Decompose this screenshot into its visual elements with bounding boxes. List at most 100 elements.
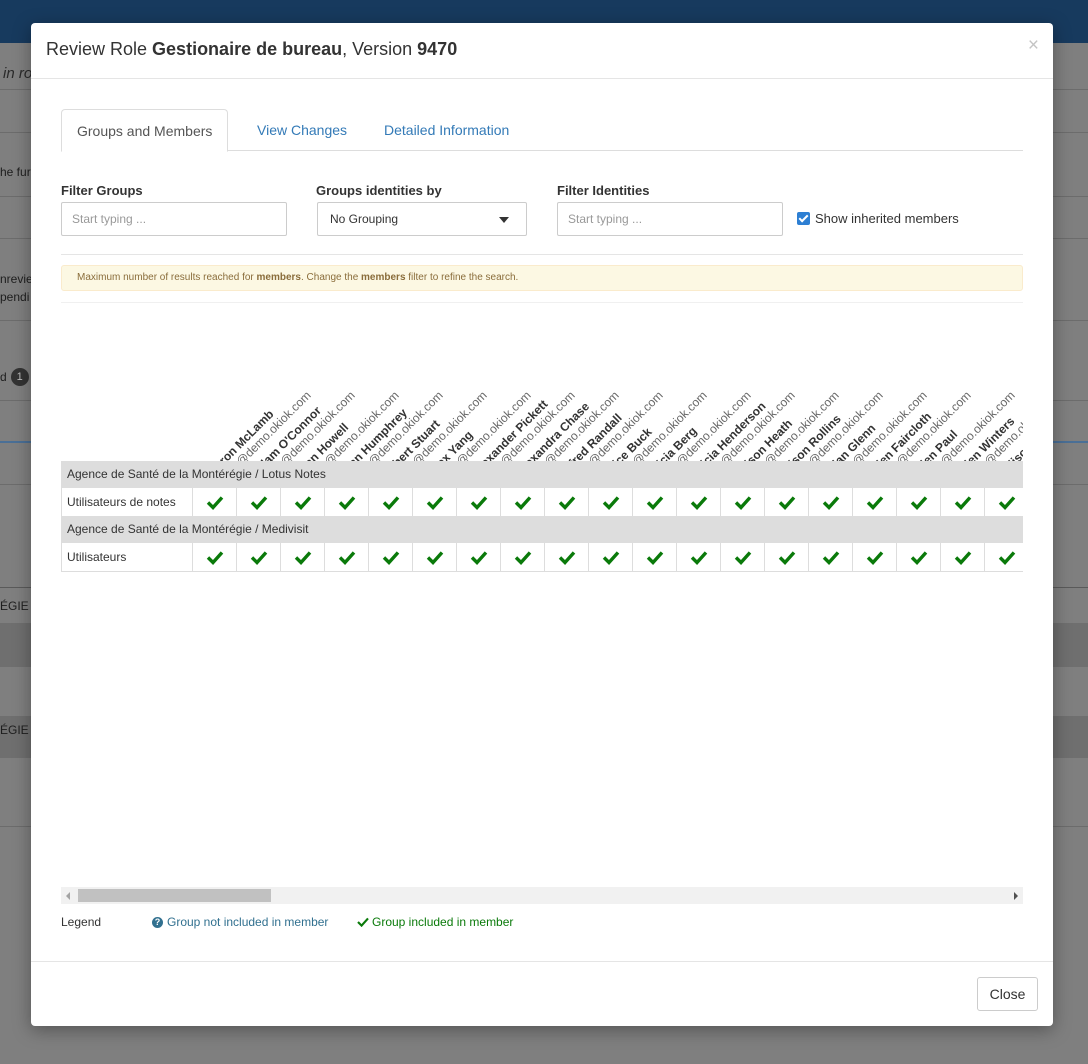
membership-cell (720, 487, 764, 517)
membership-cell (588, 487, 632, 517)
check-icon (910, 496, 928, 510)
membership-grid: Aaron McLamb racm@demo.okiok.com Adam O'Co… (61, 323, 1023, 575)
check-icon (206, 496, 224, 510)
grouping-selected-value: No Grouping (330, 212, 399, 226)
check-icon (646, 551, 664, 565)
groups-identities-label: Groups identities by (316, 183, 442, 198)
legend-included-text: Group included in member (372, 915, 514, 929)
membership-cell (808, 542, 852, 572)
check-icon (426, 551, 444, 565)
scrollbar-thumb[interactable] (78, 889, 271, 902)
title-version-prefix: , Version (342, 39, 418, 59)
check-icon (778, 551, 796, 565)
membership-cell (236, 542, 280, 572)
filter-groups-label: Filter Groups (61, 183, 143, 198)
membership-cell (500, 487, 544, 517)
check-icon (602, 496, 620, 510)
check-icon (558, 551, 576, 565)
role-version: 9470 (417, 39, 458, 59)
membership-cell (324, 487, 368, 517)
tab-view-changes[interactable]: View Changes (242, 109, 362, 151)
check-icon (954, 496, 972, 510)
grouping-select[interactable]: No Grouping (317, 202, 527, 236)
tab-bar: Groups and Members View Changes Detailed… (61, 109, 1023, 152)
membership-cell (940, 542, 984, 572)
bg-count-badge: 1 (10, 368, 29, 386)
membership-cell (456, 487, 500, 517)
membership-grid-content: Aaron McLamb racm@demo.okiok.com Adam O'Co… (61, 323, 1023, 575)
membership-cell (412, 542, 456, 572)
check-icon (690, 551, 708, 565)
check-icon (734, 551, 752, 565)
alert-text: . Change the (300, 272, 362, 283)
membership-cell (764, 487, 808, 517)
check-icon (866, 496, 884, 510)
check-icon (294, 551, 312, 565)
check-icon (382, 551, 400, 565)
membership-cell (808, 487, 852, 517)
membership-cell (192, 542, 236, 572)
membership-cell (984, 542, 1023, 572)
check-icon (206, 551, 224, 565)
check-icon (250, 551, 268, 565)
alert-text: Maximum number of results reached for (77, 272, 257, 283)
membership-cell (720, 542, 764, 572)
membership-cell (412, 487, 456, 517)
check-icon (338, 551, 356, 565)
bg-text-fragment: d (0, 370, 7, 384)
membership-cell (896, 487, 940, 517)
question-circle-icon: ? (152, 916, 163, 928)
legend-not-included: ? Group not included in member (152, 915, 328, 929)
review-role-modal: Review Role Gestionaire de bureau, Versi… (31, 23, 1053, 1026)
filter-identities-input[interactable] (557, 202, 783, 236)
membership-cell (764, 542, 808, 572)
show-inherited-checkbox[interactable] (797, 212, 810, 225)
alert-emphasis: members (361, 272, 406, 283)
membership-cell (500, 542, 544, 572)
check-icon (954, 551, 972, 565)
modal-header: Review Role Gestionaire de bureau, Versi… (31, 23, 1053, 79)
close-button[interactable]: Close (977, 977, 1038, 1011)
membership-cell (236, 487, 280, 517)
check-icon (998, 551, 1016, 565)
bg-text-fragment: ÉGIE (0, 723, 29, 737)
scroll-right-arrow-icon[interactable] (1014, 892, 1018, 900)
bg-row-with-badge: d 1 (0, 368, 29, 386)
membership-cell (896, 542, 940, 572)
check-icon (998, 496, 1016, 510)
close-icon[interactable]: × (1028, 35, 1039, 57)
check-icon (910, 551, 928, 565)
membership-cell (280, 542, 324, 572)
group-header-row: Agence de Santé de la Montérégie / Lotus… (61, 461, 1023, 487)
check-icon (866, 551, 884, 565)
row-label: Utilisateurs de notes (61, 487, 192, 517)
bg-text-fragment: ÉGIE (0, 599, 29, 613)
check-icon (426, 496, 444, 510)
bg-heading-fragment: in ro (3, 65, 33, 82)
filter-groups-input[interactable] (61, 202, 287, 236)
legend-included: Group included in member (357, 915, 513, 929)
bg-text-fragment: pendi (0, 290, 30, 304)
legend-not-included-text: Group not included in member (167, 915, 329, 929)
caret-down-icon (499, 217, 509, 223)
max-results-alert: Maximum number of results reached for me… (61, 265, 1023, 291)
show-inherited-toggle[interactable]: Show inherited members (797, 211, 959, 226)
membership-cell (192, 487, 236, 517)
check-icon (558, 496, 576, 510)
membership-cell (676, 542, 720, 572)
membership-cell (544, 487, 588, 517)
scroll-left-arrow-icon[interactable] (66, 892, 70, 900)
role-name: Gestionaire de bureau (152, 39, 343, 59)
check-icon (822, 496, 840, 510)
horizontal-scrollbar[interactable] (61, 887, 1023, 904)
membership-cell (852, 487, 896, 517)
membership-cell (368, 542, 412, 572)
divider (61, 254, 1023, 255)
tab-detailed-information[interactable]: Detailed Information (369, 109, 524, 151)
tab-groups-and-members[interactable]: Groups and Members (61, 109, 229, 152)
check-icon (382, 496, 400, 510)
check-icon (734, 496, 752, 510)
membership-cell (852, 542, 896, 572)
row-label: Utilisateurs (61, 542, 192, 572)
membership-cell (280, 487, 324, 517)
